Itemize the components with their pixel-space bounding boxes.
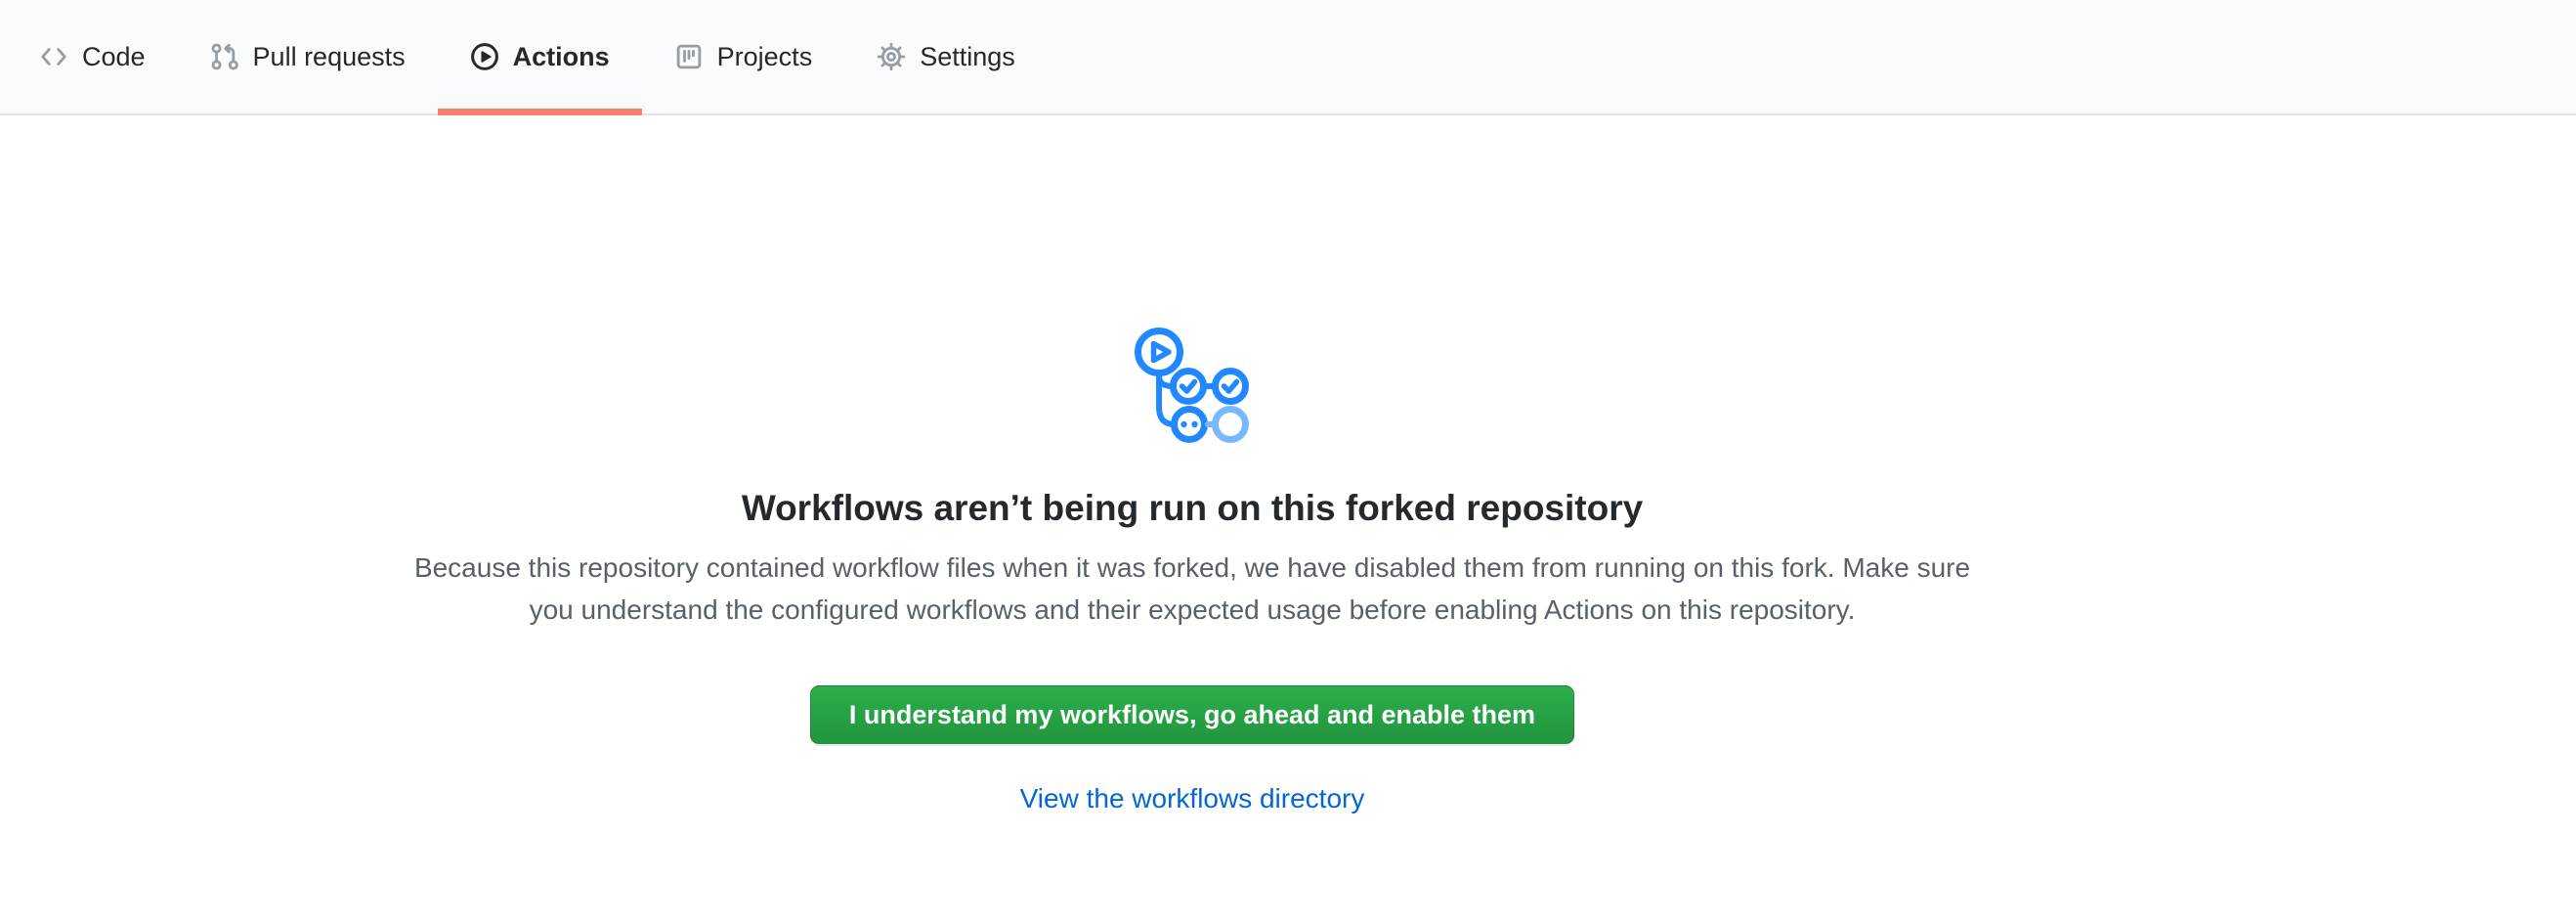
blankslate-description: Because this repository contained workfl… <box>391 547 1994 631</box>
tab-pull-requests[interactable]: Pull requests <box>178 0 438 113</box>
tab-settings[interactable]: Settings <box>844 0 1048 113</box>
tab-code[interactable]: Code <box>7 0 178 113</box>
view-workflows-directory-link[interactable]: View the workflows directory <box>1020 783 1365 814</box>
tab-projects[interactable]: Projects <box>642 0 845 113</box>
play-icon <box>470 42 499 71</box>
git-pull-request-icon <box>210 42 239 71</box>
gear-icon <box>877 42 906 71</box>
tab-label: Actions <box>513 42 610 72</box>
project-icon <box>674 42 704 71</box>
blankslate-title: Workflows aren’t being run on this forke… <box>391 485 1994 531</box>
repo-tab-nav: Code Pull requests Actions <box>0 0 2576 115</box>
tab-actions[interactable]: Actions <box>438 0 642 113</box>
workflow-graph-icon <box>1133 328 1252 445</box>
actions-disabled-blankslate: Workflows aren’t being run on this forke… <box>391 115 1994 814</box>
enable-workflows-button[interactable]: I understand my workflows, go ahead and … <box>810 685 1574 744</box>
tab-label: Code <box>82 42 146 72</box>
tab-label: Projects <box>717 42 813 72</box>
tab-label: Settings <box>920 42 1015 72</box>
code-icon <box>39 42 68 71</box>
tab-label: Pull requests <box>253 42 406 72</box>
